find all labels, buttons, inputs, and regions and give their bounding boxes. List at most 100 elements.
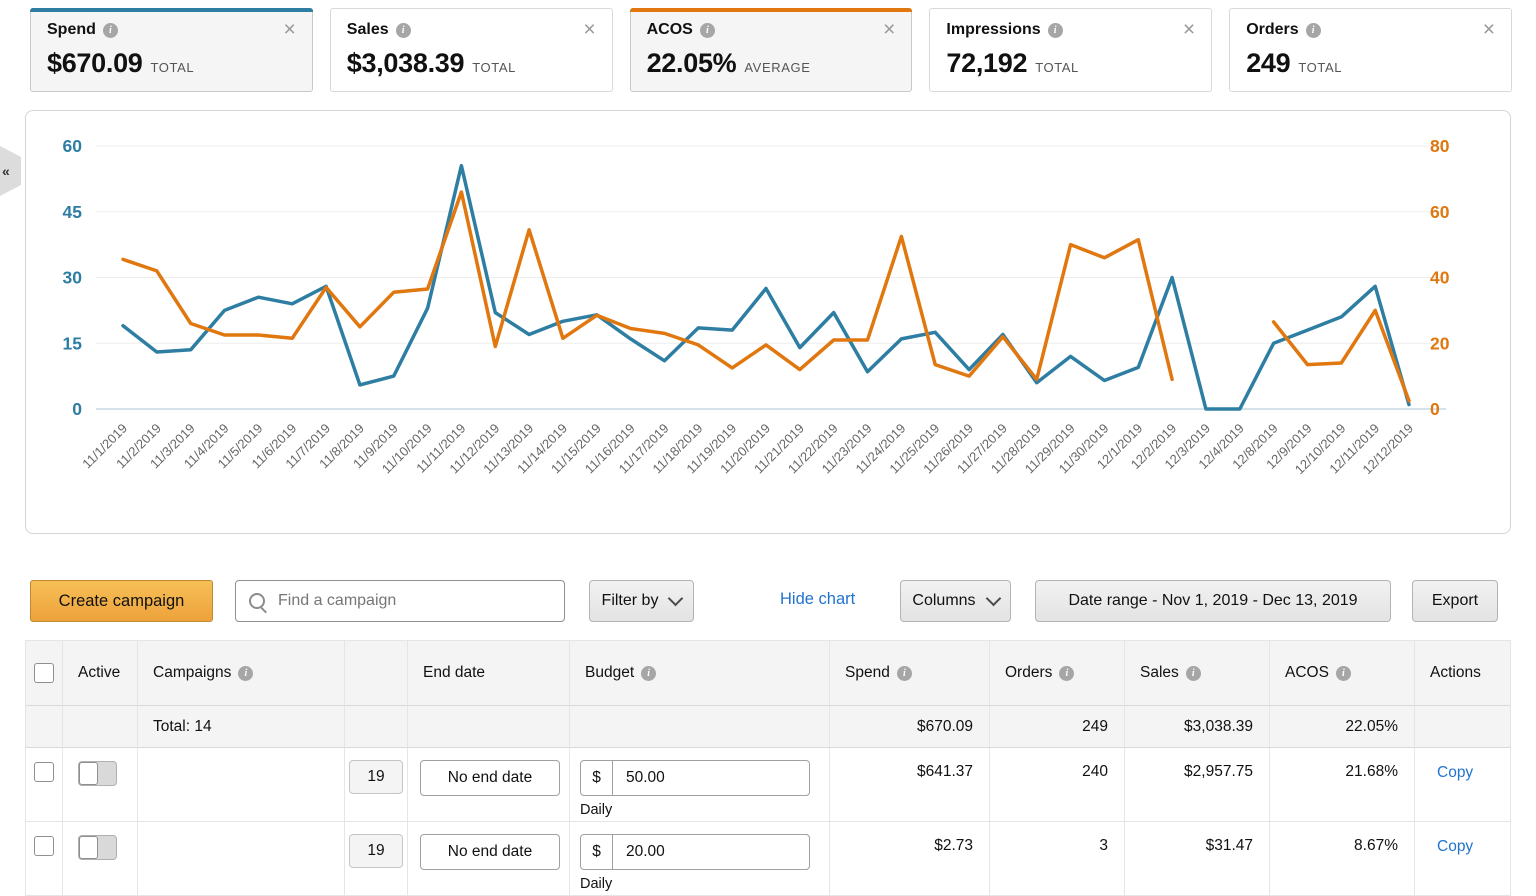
columns-button[interactable]: Columns xyxy=(900,580,1011,622)
left-axis-tick-label: 30 xyxy=(63,268,83,288)
total-cell-start-date xyxy=(345,706,408,748)
filter-by-label: Filter by xyxy=(602,592,659,610)
campaign-row: 19No end date$50.00Daily$641.37240$2,957… xyxy=(25,748,1511,822)
chevron-down-icon xyxy=(668,591,684,607)
info-icon[interactable]: i xyxy=(238,666,253,681)
cell-select xyxy=(25,822,63,896)
filter-by-button[interactable]: Filter by xyxy=(589,580,694,622)
metrics-chart: 01530456002040608011/1/201911/2/201911/3… xyxy=(26,111,1510,533)
active-toggle[interactable] xyxy=(78,835,117,860)
table-body: 19No end date$50.00Daily$641.37240$2,957… xyxy=(25,748,1511,896)
metric-cards-row: Spendi×$670.09TOTALSalesi×$3,038.39TOTAL… xyxy=(30,8,1512,92)
cell-select xyxy=(25,748,63,822)
cell-start-date: 19 xyxy=(345,822,408,896)
end-date-input[interactable]: No end date xyxy=(420,834,560,870)
search-icon xyxy=(249,593,265,609)
total-cell-acos: 22.05% xyxy=(1270,706,1415,748)
cell-sales: $2,957.75 xyxy=(1125,748,1270,822)
close-icon[interactable]: × xyxy=(284,22,296,38)
columns-label: Columns xyxy=(912,592,975,610)
close-icon[interactable]: × xyxy=(583,22,595,38)
column-header-acos[interactable]: ACOS i xyxy=(1270,640,1415,706)
start-date-field[interactable]: 19 xyxy=(349,834,403,868)
column-header-spend[interactable]: Spendi xyxy=(830,640,990,706)
metric-card-label: Spend xyxy=(47,21,96,39)
select-all-checkbox[interactable] xyxy=(34,663,54,683)
start-date-field[interactable]: 19 xyxy=(349,760,403,794)
copy-link[interactable]: Copy xyxy=(1437,838,1473,855)
cell-orders: 3 xyxy=(990,822,1125,896)
info-icon[interactable]: i xyxy=(396,23,411,38)
info-icon[interactable]: i xyxy=(700,23,715,38)
row-checkbox[interactable] xyxy=(34,836,54,856)
cell-end-date: No end date xyxy=(408,748,570,822)
hide-chart-link[interactable]: Hide chart xyxy=(780,590,855,609)
right-axis-tick-label: 0 xyxy=(1430,399,1440,419)
column-header-orders[interactable]: Ordersi xyxy=(990,640,1125,706)
close-icon[interactable]: × xyxy=(1183,22,1195,38)
total-cell-orders: 249 xyxy=(990,706,1125,748)
info-icon[interactable]: i xyxy=(103,23,118,38)
right-axis-tick-label: 40 xyxy=(1430,268,1450,288)
column-header-start-date[interactable] xyxy=(345,640,408,706)
budget-input[interactable]: $50.00 xyxy=(580,760,810,796)
collapse-chevrons-icon: « xyxy=(2,163,10,179)
metric-card-unit: AVERAGE xyxy=(744,60,810,75)
campaign-row: 19No end date$20.00Daily$2.733$31.478.67… xyxy=(25,822,1511,896)
cell-actions: Copy xyxy=(1415,748,1511,822)
metric-card-sales[interactable]: Salesi×$3,038.39TOTAL xyxy=(330,8,613,92)
active-toggle[interactable] xyxy=(78,761,117,786)
cell-active xyxy=(63,822,138,896)
info-icon[interactable]: i xyxy=(1059,666,1074,681)
copy-link[interactable]: Copy xyxy=(1437,764,1473,781)
metric-card-label: ACOS xyxy=(647,21,693,39)
cell-sales: $31.47 xyxy=(1125,822,1270,896)
metric-card-value: 72,192 xyxy=(946,48,1027,79)
search-input[interactable] xyxy=(236,581,564,621)
info-icon[interactable]: i xyxy=(1186,666,1201,681)
budget-input[interactable]: $20.00 xyxy=(580,834,810,870)
column-header-label: Campaigns xyxy=(153,664,231,682)
column-header-sales[interactable]: Salesi xyxy=(1125,640,1270,706)
column-header-campaigns[interactable]: Campaigns i xyxy=(138,640,345,706)
total-cell-sales: $3,038.39 xyxy=(1125,706,1270,748)
cell-acos: 21.68% xyxy=(1270,748,1415,822)
close-icon[interactable]: × xyxy=(1483,22,1495,38)
info-icon[interactable]: i xyxy=(897,666,912,681)
column-header-end-date[interactable]: End date xyxy=(408,640,570,706)
export-button[interactable]: Export xyxy=(1412,580,1498,622)
metric-card-unit: TOTAL xyxy=(151,60,195,75)
info-icon[interactable]: i xyxy=(1336,666,1351,681)
close-icon[interactable]: × xyxy=(883,22,895,38)
metric-card-value: $3,038.39 xyxy=(347,48,464,79)
card-accent-bar xyxy=(30,8,313,12)
metric-card-impressions[interactable]: Impressionsi×72,192TOTAL xyxy=(929,8,1212,92)
left-axis-tick-label: 45 xyxy=(63,202,83,222)
column-header-budget[interactable]: Budgeti xyxy=(570,640,830,706)
metric-card-label: Orders xyxy=(1246,21,1298,39)
metric-card-orders[interactable]: Ordersi×249TOTAL xyxy=(1229,8,1512,92)
info-icon[interactable]: i xyxy=(1048,23,1063,38)
total-cell-active xyxy=(63,706,138,748)
column-header-label: End date xyxy=(423,664,485,682)
budget-value: 20.00 xyxy=(613,835,665,869)
metric-card-spend[interactable]: Spendi × $670.09 TOTAL xyxy=(30,8,313,92)
right-axis-tick-label: 80 xyxy=(1430,136,1450,156)
column-header-active[interactable]: Active xyxy=(63,640,138,706)
performance-chart-panel: 01530456002040608011/1/201911/2/201911/3… xyxy=(25,110,1511,534)
budget-type-label: Daily xyxy=(580,876,829,892)
date-range-button[interactable]: Date range - Nov 1, 2019 - Dec 13, 2019 xyxy=(1035,580,1391,622)
create-campaign-label: Create campaign xyxy=(59,592,185,611)
end-date-input[interactable]: No end date xyxy=(420,760,560,796)
metric-card-acos[interactable]: ACOSi×22.05%AVERAGE xyxy=(630,8,913,92)
create-campaign-button[interactable]: Create campaign xyxy=(30,580,213,622)
sidebar-collapse-tab[interactable]: « xyxy=(0,146,21,196)
column-header-actions[interactable]: Actions xyxy=(1415,640,1511,706)
info-icon[interactable]: i xyxy=(641,666,656,681)
budget-type-label: Daily xyxy=(580,802,829,818)
column-header-label: ACOS xyxy=(1285,664,1329,682)
row-checkbox[interactable] xyxy=(34,762,54,782)
table-total-row: Total: 14$670.09249$3,038.3922.05% xyxy=(25,706,1511,748)
info-icon[interactable]: i xyxy=(1306,23,1321,38)
metric-card-value: $670.09 xyxy=(47,48,143,79)
